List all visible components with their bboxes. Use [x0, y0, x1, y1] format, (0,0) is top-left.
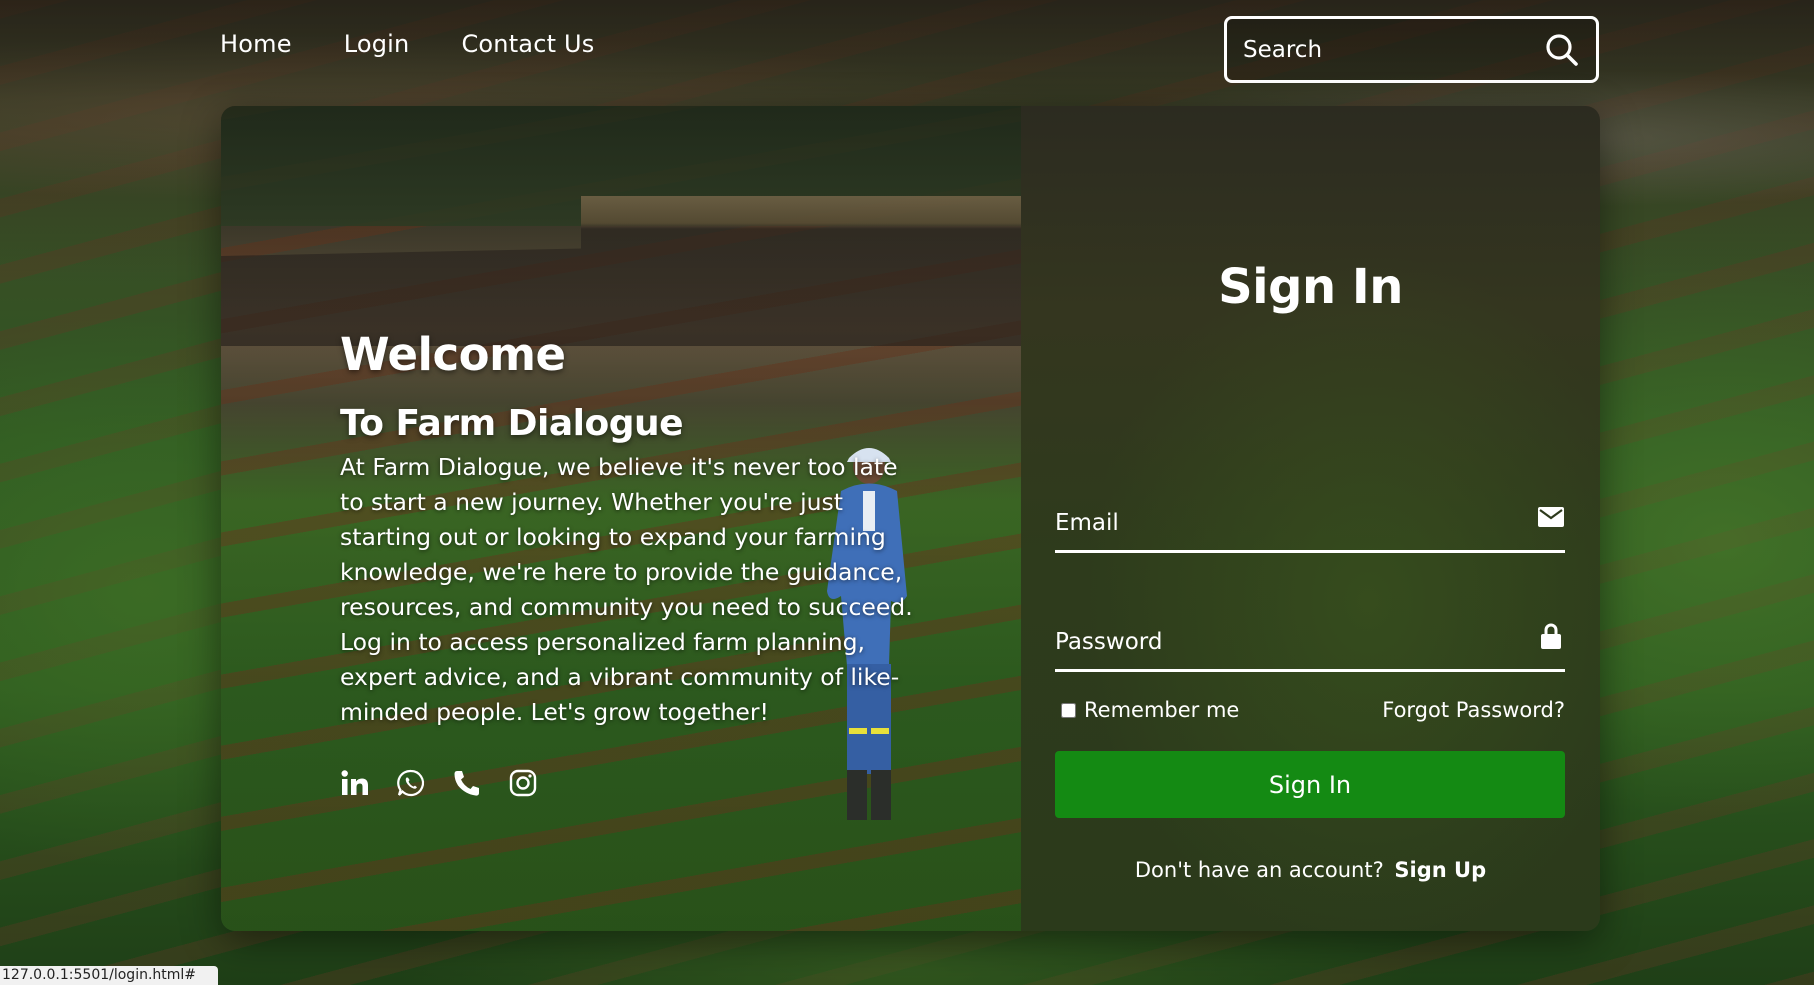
welcome-subtitle: To Farm Dialogue: [340, 403, 684, 444]
password-input[interactable]: [1055, 629, 1495, 655]
password-field: [1055, 610, 1565, 672]
status-bar-url: 127.0.0.1:5501/login.html#: [0, 966, 218, 985]
signin-button[interactable]: Sign In: [1055, 751, 1565, 818]
signup-prompt: Don't have an account? Sign Up: [1021, 858, 1600, 882]
signup-link[interactable]: Sign Up: [1394, 858, 1486, 882]
forgot-password-link[interactable]: Forgot Password?: [1382, 698, 1565, 722]
login-card: Welcome To Farm Dialogue At Farm Dialogu…: [221, 106, 1600, 931]
email-input[interactable]: [1055, 510, 1495, 536]
envelope-icon: [1537, 504, 1565, 530]
nav-link-home[interactable]: Home: [220, 30, 292, 58]
top-nav: Home Login Contact Us: [220, 30, 595, 58]
welcome-panel: Welcome To Farm Dialogue At Farm Dialogu…: [221, 106, 1021, 931]
email-field: [1055, 491, 1565, 553]
linkedin-icon[interactable]: [340, 768, 370, 798]
remember-me-checkbox[interactable]: [1061, 702, 1076, 718]
signin-title: Sign In: [1218, 259, 1403, 315]
search-icon[interactable]: [1542, 30, 1582, 70]
instagram-icon[interactable]: [508, 768, 538, 798]
signin-panel: Sign In Remember me Forgot Password? Sig…: [1021, 106, 1600, 931]
welcome-body: At Farm Dialogue, we believe it's never …: [340, 453, 913, 726]
welcome-text: Welcome To Farm Dialogue At Farm Dialogu…: [340, 328, 920, 730]
social-links: [340, 768, 538, 798]
search-bar: [1224, 16, 1599, 83]
nav-link-login[interactable]: Login: [344, 30, 410, 58]
whatsapp-icon[interactable]: [396, 768, 426, 798]
phone-icon[interactable]: [452, 768, 482, 798]
remember-me-label: Remember me: [1084, 698, 1240, 722]
search-input[interactable]: [1243, 36, 1542, 63]
lock-icon: [1537, 623, 1565, 649]
remember-me[interactable]: Remember me: [1055, 698, 1239, 722]
nav-link-contact-us[interactable]: Contact Us: [461, 30, 594, 58]
welcome-title: Welcome: [340, 328, 566, 381]
no-account-text: Don't have an account?: [1134, 858, 1384, 882]
signin-options: Remember me Forgot Password?: [1055, 698, 1565, 722]
